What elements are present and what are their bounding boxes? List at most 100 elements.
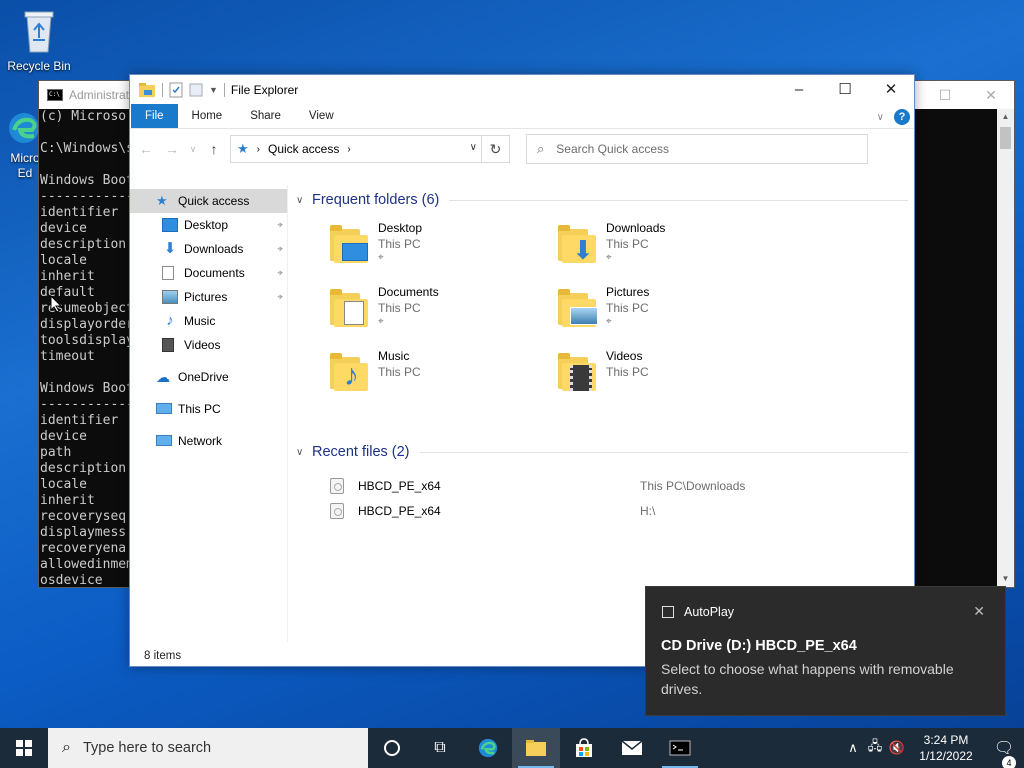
- breadcrumb-chevron-icon[interactable]: ›: [347, 144, 350, 155]
- ribbon-expand-icon[interactable]: ∨: [877, 112, 884, 123]
- new-folder-icon[interactable]: [189, 82, 203, 98]
- nav-pictures[interactable]: Pictures ⌖: [130, 285, 287, 309]
- tab-view[interactable]: View: [295, 104, 348, 128]
- taskbar-mail[interactable]: [608, 728, 656, 768]
- taskbar-search-box[interactable]: ⌕ Type here to search: [48, 728, 368, 768]
- refresh-icon[interactable]: ↻: [481, 136, 509, 162]
- network-icon: [156, 434, 172, 446]
- list-item[interactable]: HBCD_PE_x64 H:\: [296, 498, 908, 523]
- status-bar: 8 items: [144, 650, 182, 662]
- cortana-circle-icon: [384, 740, 400, 756]
- breadcrumb-quick-access[interactable]: Quick access: [268, 142, 339, 156]
- tab-share[interactable]: Share: [236, 104, 295, 128]
- frequent-folders-header[interactable]: ∨ Frequent folders (6): [296, 187, 908, 213]
- pin-icon: ⌖: [277, 243, 283, 255]
- mouse-cursor-icon: [50, 295, 62, 313]
- nav-desktop[interactable]: Desktop ⌖: [130, 213, 287, 237]
- disc-image-icon: [330, 502, 344, 519]
- autoplay-notification[interactable]: AutoPlay ✕ CD Drive (D:) HBCD_PE_x64 Sel…: [645, 586, 1006, 716]
- task-view-button[interactable]: ⧉: [416, 728, 464, 768]
- qat-customize-icon[interactable]: ▼: [209, 85, 218, 95]
- forward-icon[interactable]: →: [162, 141, 182, 157]
- explorer-maximize-button[interactable]: ☐: [822, 75, 868, 105]
- collapse-chevron-icon[interactable]: ∨: [296, 195, 312, 206]
- nav-documents[interactable]: Documents ⌖: [130, 261, 287, 285]
- music-note-icon: ♪: [166, 312, 174, 329]
- computer-icon: [156, 402, 172, 414]
- folder-tile-desktop[interactable]: Desktop This PC ⌖: [296, 219, 516, 279]
- pin-icon: ⌖: [277, 291, 283, 303]
- taskbar-edge[interactable]: [464, 728, 512, 768]
- cortana-button[interactable]: [368, 728, 416, 768]
- documents-folder-icon: [330, 289, 372, 327]
- taskbar: ⌕ Type here to search ⧉ ∧ 🖧 🔇 3:24 PM 1/…: [0, 728, 1024, 768]
- pin-icon: ⌖: [378, 252, 384, 263]
- cmd-scrollbar[interactable]: ▲ ▼: [997, 109, 1014, 587]
- videos-folder-icon: [558, 353, 600, 391]
- picture-icon: [162, 290, 178, 304]
- nav-this-pc[interactable]: This PC: [130, 397, 287, 421]
- search-input[interactable]: [556, 142, 837, 156]
- toast-body: Select to choose what happens with remov…: [661, 661, 954, 697]
- recent-locations-icon[interactable]: ∨: [188, 144, 198, 155]
- address-bar[interactable]: ★ › Quick access › ∨ ↻: [230, 135, 510, 163]
- clock[interactable]: 3:24 PM 1/12/2022: [908, 732, 984, 764]
- taskbar-store[interactable]: [560, 728, 608, 768]
- music-folder-icon: ♪: [330, 353, 372, 391]
- cmd-scroll-down-icon[interactable]: ▼: [997, 571, 1014, 587]
- folder-tile-downloads[interactable]: ⬇ Downloads This PC ⌖: [524, 219, 744, 279]
- tab-file[interactable]: File: [131, 104, 178, 128]
- toast-close-button[interactable]: ✕: [973, 603, 985, 620]
- clock-date: 1/12/2022: [919, 749, 973, 763]
- address-dropdown-icon[interactable]: ∨: [470, 142, 477, 153]
- taskbar-command-prompt[interactable]: [656, 728, 704, 768]
- cmd-maximize-button[interactable]: ☐: [922, 81, 968, 109]
- cmd-close-button[interactable]: ✕: [968, 81, 1014, 109]
- cmd-scroll-up-icon[interactable]: ▲: [997, 109, 1014, 125]
- back-icon[interactable]: ←: [136, 141, 156, 157]
- up-icon[interactable]: ↑: [204, 141, 224, 157]
- explorer-close-button[interactable]: ✕: [868, 75, 914, 105]
- address-row: ← → ∨ ↑ ★ › Quick access › ∨ ↻ ⌕: [130, 129, 914, 169]
- search-box[interactable]: ⌕: [526, 134, 868, 164]
- pin-icon: ⌖: [378, 316, 384, 327]
- tab-home[interactable]: Home: [178, 104, 237, 128]
- nav-onedrive[interactable]: ☁ OneDrive: [130, 365, 287, 389]
- folder-tile-music[interactable]: ♪ Music This PC: [296, 347, 516, 407]
- frequent-folders-heading: Frequent folders (6): [312, 192, 440, 208]
- folder-tile-videos[interactable]: Videos This PC: [524, 347, 744, 407]
- help-icon[interactable]: ?: [894, 109, 910, 125]
- edge-icon: [478, 738, 498, 758]
- list-item[interactable]: HBCD_PE_x64 This PC\Downloads: [296, 473, 908, 498]
- nav-downloads[interactable]: ⬇ Downloads ⌖: [130, 237, 287, 261]
- pin-icon: ⌖: [606, 316, 612, 327]
- folder-tile-pictures[interactable]: Pictures This PC ⌖: [524, 283, 744, 343]
- explorer-minimize-button[interactable]: –: [776, 75, 822, 105]
- cmd-scroll-thumb[interactable]: [1000, 127, 1011, 149]
- pin-icon: ⌖: [277, 219, 283, 231]
- nav-videos[interactable]: Videos: [130, 333, 287, 357]
- action-center-button[interactable]: 🗨 4: [984, 738, 1024, 768]
- navigation-pane: ★ Quick access Desktop ⌖ ⬇ Downloads ⌖ D…: [130, 185, 288, 642]
- explorer-titlebar[interactable]: ▼ File Explorer – ☐ ✕: [130, 75, 914, 105]
- recycle-bin-icon[interactable]: Recycle Bin: [1, 8, 77, 73]
- nav-quick-access[interactable]: ★ Quick access: [130, 189, 287, 213]
- collapse-chevron-icon[interactable]: ∨: [296, 447, 312, 458]
- show-hidden-icons-icon[interactable]: ∧: [842, 740, 864, 756]
- edge-label: Micro Ed: [10, 151, 40, 180]
- desktop-folder-icon: [330, 225, 372, 263]
- task-view-icon: ⧉: [434, 739, 446, 756]
- start-button[interactable]: [0, 728, 48, 768]
- film-icon: [162, 338, 174, 352]
- folder-icon: [526, 740, 546, 756]
- recent-files-header[interactable]: ∨ Recent files (2): [296, 439, 908, 465]
- properties-icon[interactable]: [169, 82, 183, 98]
- network-status-icon[interactable]: 🖧: [864, 737, 886, 759]
- volume-muted-icon[interactable]: 🔇: [886, 740, 908, 756]
- file-explorer-window[interactable]: ▼ File Explorer – ☐ ✕ File Home Share Vi…: [129, 74, 915, 667]
- nav-music[interactable]: ♪ Music: [130, 309, 287, 333]
- taskbar-file-explorer[interactable]: [512, 728, 560, 768]
- folder-tile-documents[interactable]: Documents This PC ⌖: [296, 283, 516, 343]
- downloads-folder-icon: ⬇: [558, 225, 600, 263]
- nav-network[interactable]: Network: [130, 429, 287, 453]
